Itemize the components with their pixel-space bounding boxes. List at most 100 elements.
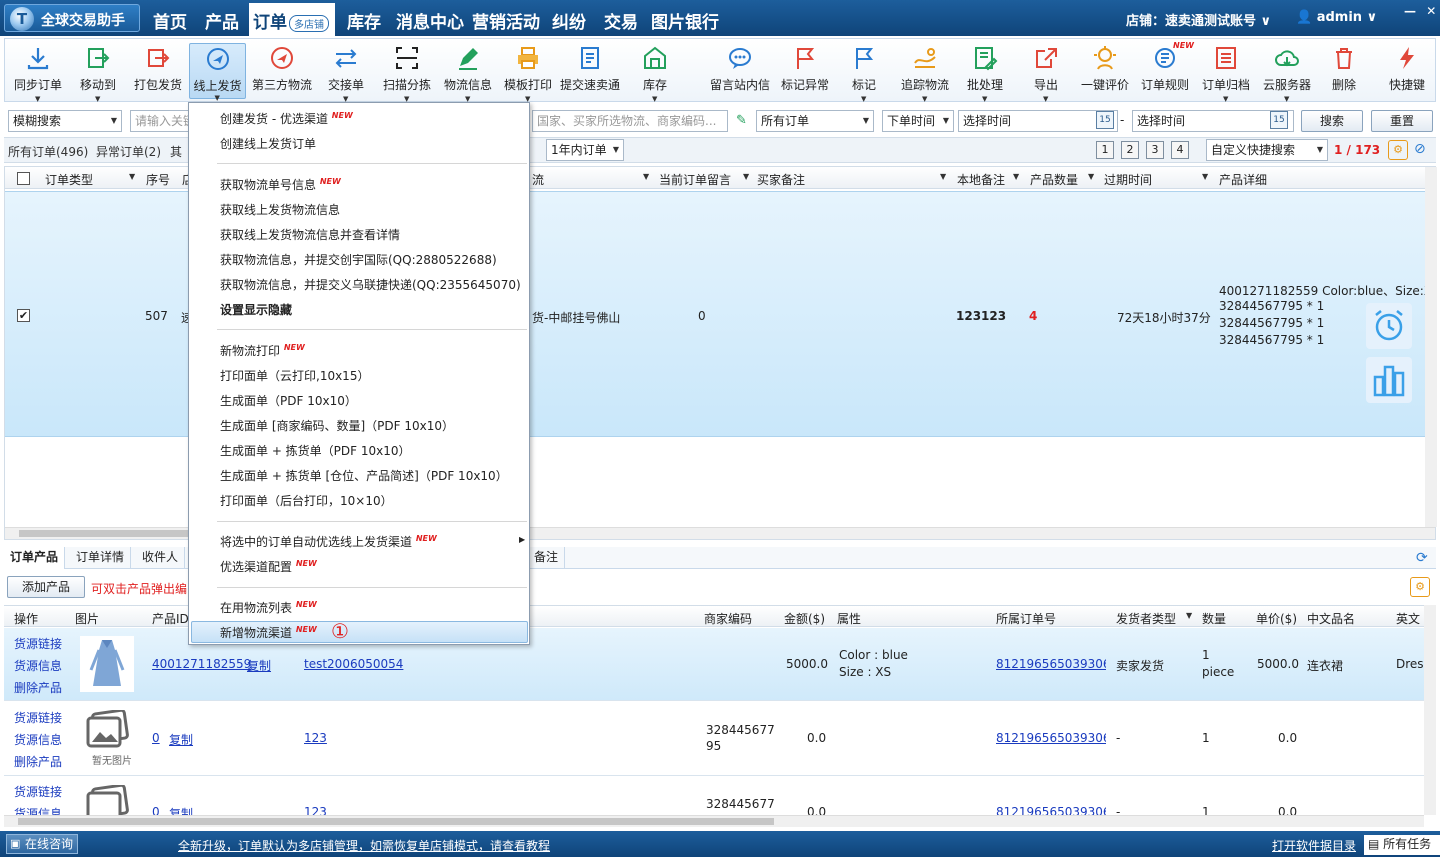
batch-process-button[interactable]: 批处理 ▼ [963,43,1007,103]
pen-icon[interactable]: ✎ [736,113,747,128]
menu-item-preferred-channel-config[interactable]: 优选渠道配置 NEW [220,558,317,575]
visibility-icon[interactable]: ⊘ [1414,141,1426,157]
sku-link[interactable]: 123 [304,805,327,815]
menu-item-generate-label-picklist-location[interactable]: 生成面单 + 拣货单 [仓位、产品简述]（PDF 10x10） [220,467,508,484]
open-log-link[interactable]: 打开软件据目录 [1272,837,1356,854]
product-id-link[interactable]: 0 [152,731,160,745]
col-logistics[interactable]: 流 [532,171,544,188]
tab-abnormal-orders[interactable]: 异常订单(2) [96,143,161,160]
track-logistics-button[interactable]: 追踪物流 ▼ [897,43,953,103]
nav-trade[interactable]: 交易 [604,8,638,33]
shop-selector[interactable]: 店铺：速卖通测试账号 ∨ [1126,10,1271,29]
submit-aliexpress-button[interactable]: 提交速卖通 [558,43,622,99]
col-product-qty[interactable]: 产品数量 [1030,171,1078,188]
calendar-icon[interactable]: 15 [1096,111,1114,129]
table-row[interactable]: 货源链接 货源信息 0 复制 123 328445677 0.0 8121965… [4,777,1424,815]
caret-down-icon[interactable]: ▼ [643,172,649,181]
source-link[interactable]: 货源链接 [14,635,62,652]
source-info[interactable]: 货源信息 [14,731,62,748]
col-local-note[interactable]: 本地备注 [957,171,1005,188]
menu-item-generate-label-code-qty[interactable]: 生成面单 [商家编码、数量]（PDF 10x10） [220,417,454,434]
menu-item-print-label-background[interactable]: 打印面单（后台打印，10×10） [220,492,393,509]
filter-settings-icon[interactable]: ⚙ [1388,140,1408,160]
col-buyer-note[interactable]: 买家备注 [757,171,805,188]
source-info[interactable]: 货源信息 [14,657,62,674]
menu-item-submit-yiwu[interactable]: 获取物流信息，并提交义乌联捷快递(QQ:2355645070) [220,276,521,293]
page-button-3[interactable]: 3 [1146,141,1164,159]
handover-button[interactable]: 交接单 ▼ [323,43,369,103]
nav-inventory[interactable]: 库存 [347,8,381,33]
nav-messages[interactable]: 消息中心 [396,8,464,33]
order-rules-button[interactable]: NEW 订单规则 [1137,41,1194,99]
order-no-link[interactable]: 8121965650393062 [996,731,1106,745]
menu-item-active-logistics-list[interactable]: 在用物流列表 NEW [220,599,317,616]
tab-other[interactable]: 其 [170,143,182,160]
third-party-logistics-button[interactable]: 第三方物流 [250,43,314,99]
delete-product[interactable]: 删除产品 [14,679,62,696]
caret-down-icon[interactable]: ▼ [743,172,749,181]
menu-item-submit-chuangyu[interactable]: 获取物流信息，并提交创宇国际(QQ:2880522688) [220,251,497,268]
menu-item-create-shipment-preferred[interactable]: 创建发货 - 优选渠道 NEW [220,110,353,127]
caret-down-icon[interactable]: ▼ [129,172,135,181]
product-table-horizontal-scrollbar[interactable] [4,815,1424,827]
sync-orders-button[interactable]: 同步订单 ▼ [8,43,68,103]
tab-all-orders[interactable]: 所有订单(496) [8,143,88,160]
shortcut-button[interactable]: 快捷键 [1385,43,1429,99]
source-link[interactable]: 货源链接 [14,709,62,726]
hint-search-input[interactable]: 国家、买家所选物流、商家编码... [532,110,728,132]
time-type-select[interactable]: 下单时间 ▼ [882,110,954,132]
column-settings-icon[interactable]: ⚙ [1410,577,1430,597]
scan-sort-button[interactable]: 扫描分拣 ▼ [379,43,435,103]
pack-ship-button[interactable]: 打包发货 [130,43,186,99]
minimize-icon[interactable]: — [1404,4,1416,18]
product-image[interactable] [80,636,134,692]
select-all-checkbox[interactable] [17,172,30,185]
col-current-message[interactable]: 当前订单留言 [659,171,731,188]
date-from-input[interactable]: 选择时间 [958,110,1118,132]
menu-item-print-label-cloud[interactable]: 打印面单（云打印,10x15） [220,367,369,384]
product-table-vertical-scrollbar[interactable] [1424,605,1436,815]
product-id-link[interactable]: 0 [152,805,160,815]
page-button-4[interactable]: 4 [1171,141,1189,159]
upgrade-notice-link[interactable]: 全新升级，订单默认为多店铺管理，如需恢复单店铺模式，请查看教程 [178,837,550,854]
online-consult-button[interactable]: ▣ 在线咨询 [6,834,79,854]
menu-item-add-logistics-channel[interactable]: 新增物流渠道 NEW [220,624,317,641]
copy-link[interactable]: 复制 [169,805,193,815]
caret-down-icon[interactable]: ▼ [1202,172,1208,181]
delete-button[interactable]: 删除 [1327,43,1361,99]
menu-item-create-online-order[interactable]: 创建线上发货订单 [220,135,316,152]
logistics-info-button[interactable]: 物流信息 ▼ [440,43,496,103]
mark-abnormal-button[interactable]: 标记异常 [777,43,833,99]
online-ship-button[interactable]: 线上发货 ▼ [189,43,246,102]
nav-products[interactable]: 产品 [205,8,239,33]
menu-item-display-settings[interactable]: 设置显示隐藏 [220,301,292,318]
grid-vertical-scrollbar[interactable] [1425,167,1437,527]
caret-down-icon[interactable]: ▼ [1013,172,1019,181]
menu-item-generate-label-pdf[interactable]: 生成面单（PDF 10x10） [220,392,357,409]
search-button[interactable]: 搜索 [1301,110,1363,132]
nav-orders[interactable]: 订单 多店铺 [249,3,335,36]
one-click-review-button[interactable]: 一键评价 [1077,43,1133,99]
sku-link[interactable]: 123 [304,731,327,745]
add-product-button[interactable]: 添加产品 [7,576,85,598]
menu-item-get-tracking-no[interactable]: 获取物流单号信息 NEW [220,176,341,193]
product-id-link[interactable]: 4001271182559 [152,657,251,671]
nav-image-bank[interactable]: 图片银行 [651,8,719,33]
refresh-icon[interactable]: ⟳ [1416,550,1428,566]
tab-order-products[interactable]: 订单产品 [4,547,66,569]
menu-item-get-online-logistics-detail[interactable]: 获取线上发货物流信息并查看详情 [220,226,400,243]
caret-down-icon[interactable]: ▼ [1088,172,1094,181]
caret-down-icon[interactable]: ▼ [1186,611,1192,620]
col-order-type[interactable]: 订单类型 [45,171,93,188]
source-link[interactable]: 货源链接 [14,783,62,800]
stats-button[interactable] [1366,357,1412,403]
calendar-icon[interactable]: 15 [1270,111,1288,129]
order-archive-button[interactable]: 订单归档 ▼ [1198,43,1254,103]
search-mode-select[interactable]: 模糊搜索 ▼ [8,110,122,132]
keyword-input[interactable]: 请输入关键 [130,110,190,132]
move-to-button[interactable]: 移动到 ▼ [70,43,126,103]
col-seq[interactable]: 序号 [146,171,170,188]
copy-link[interactable]: 复制 [169,731,193,748]
nav-disputes[interactable]: 纠纷 [552,8,586,33]
tab-order-details[interactable]: 订单详情 [70,547,132,569]
